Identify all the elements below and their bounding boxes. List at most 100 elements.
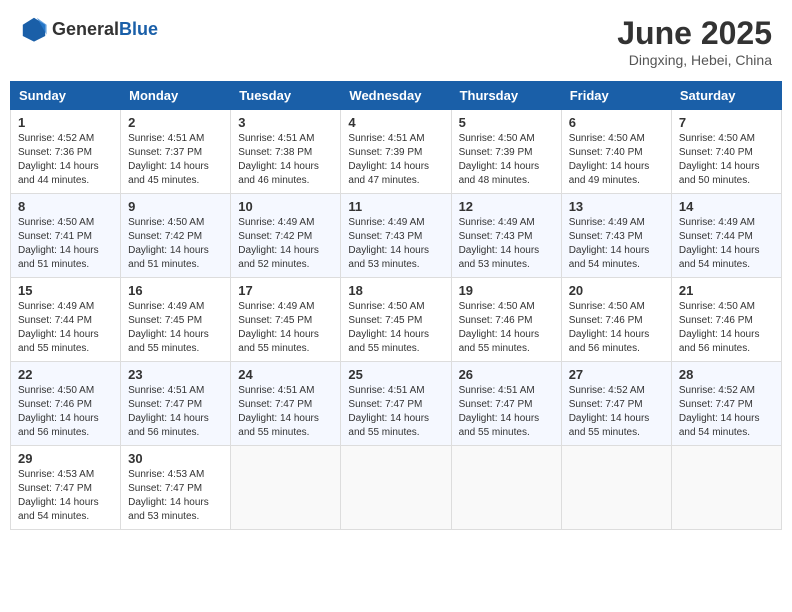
weekday-header: Wednesday [341, 82, 451, 110]
day-cell: 14 Sunrise: 4:49 AMSunset: 7:44 PMDayligh… [671, 194, 781, 278]
title-area: June 2025 Dingxing, Hebei, China [617, 15, 772, 68]
day-info: Sunrise: 4:50 AMSunset: 7:46 PMDaylight:… [18, 384, 113, 440]
day-info: Sunrise: 4:50 AMSunset: 7:46 PMDaylight:… [569, 300, 664, 356]
day-number: 28 [679, 367, 774, 382]
day-number: 29 [18, 451, 113, 466]
empty-day-cell [561, 446, 671, 530]
day-cell: 6Sunrise: 4:50 AMSunset: 7:40 PMDaylight… [561, 110, 671, 194]
day-info: Sunrise: 4:50 AMSunset: 7:45 PMDaylight:… [348, 300, 443, 356]
day-info: Sunrise: 4:49 AMSunset: 7:42 PMDaylight:… [238, 216, 333, 272]
logo-icon [20, 15, 48, 43]
weekday-header: Thursday [451, 82, 561, 110]
day-cell: 16 Sunrise: 4:49 AMSunset: 7:45 PMDayligh… [121, 278, 231, 362]
weekday-header: Saturday [671, 82, 781, 110]
empty-day-cell [671, 446, 781, 530]
day-info: Sunrise: 4:49 AMSunset: 7:45 PMDaylight:… [238, 300, 333, 356]
day-info: Sunrise: 4:49 AMSunset: 7:43 PMDaylight:… [569, 216, 664, 272]
day-info: Sunrise: 4:52 AMSunset: 7:47 PMDaylight:… [569, 384, 664, 440]
day-cell: 9 Sunrise: 4:50 AMSunset: 7:42 PMDaylight… [121, 194, 231, 278]
day-info: Sunrise: 4:52 AMSunset: 7:47 PMDaylight:… [679, 384, 774, 440]
day-number: 22 [18, 367, 113, 382]
day-info: Sunrise: 4:51 AMSunset: 7:47 PMDaylight:… [348, 384, 443, 440]
day-info: Sunrise: 4:51 AMSunset: 7:47 PMDaylight:… [459, 384, 554, 440]
day-number: 7 [679, 115, 774, 130]
day-number: 17 [238, 283, 333, 298]
day-cell: 11 Sunrise: 4:49 AMSunset: 7:43 PMDayligh… [341, 194, 451, 278]
day-info: Sunrise: 4:49 AMSunset: 7:43 PMDaylight:… [348, 216, 443, 272]
day-number: 10 [238, 199, 333, 214]
location-title: Dingxing, Hebei, China [617, 52, 772, 68]
day-cell: 21 Sunrise: 4:50 AMSunset: 7:46 PMDayligh… [671, 278, 781, 362]
day-cell: 27 Sunrise: 4:52 AMSunset: 7:47 PMDayligh… [561, 362, 671, 446]
day-info: Sunrise: 4:50 AMSunset: 7:39 PMDaylight:… [459, 132, 554, 188]
day-info: Sunrise: 4:49 AMSunset: 7:45 PMDaylight:… [128, 300, 223, 356]
day-number: 16 [128, 283, 223, 298]
day-number: 11 [348, 199, 443, 214]
day-number: 21 [679, 283, 774, 298]
day-number: 12 [459, 199, 554, 214]
day-info: Sunrise: 4:51 AMSunset: 7:47 PMDaylight:… [128, 384, 223, 440]
day-info: Sunrise: 4:51 AMSunset: 7:47 PMDaylight:… [238, 384, 333, 440]
header: GeneralBlue June 2025 Dingxing, Hebei, C… [10, 10, 782, 73]
day-number: 9 [128, 199, 223, 214]
day-info: Sunrise: 4:51 AMSunset: 7:39 PMDaylight:… [348, 132, 443, 188]
day-number: 23 [128, 367, 223, 382]
day-number: 24 [238, 367, 333, 382]
day-info: Sunrise: 4:50 AMSunset: 7:46 PMDaylight:… [459, 300, 554, 356]
day-number: 19 [459, 283, 554, 298]
day-info: Sunrise: 4:51 AMSunset: 7:37 PMDaylight:… [128, 132, 223, 188]
day-number: 4 [348, 115, 443, 130]
day-cell: 10 Sunrise: 4:49 AMSunset: 7:42 PMDayligh… [231, 194, 341, 278]
weekday-header: Monday [121, 82, 231, 110]
day-number: 26 [459, 367, 554, 382]
logo-general-text: GeneralBlue [52, 19, 158, 40]
day-info: Sunrise: 4:49 AMSunset: 7:43 PMDaylight:… [459, 216, 554, 272]
day-info: Sunrise: 4:50 AMSunset: 7:41 PMDaylight:… [18, 216, 113, 272]
day-cell: 23 Sunrise: 4:51 AMSunset: 7:47 PMDayligh… [121, 362, 231, 446]
day-cell: 15 Sunrise: 4:49 AMSunset: 7:44 PMDayligh… [11, 278, 121, 362]
day-cell: 18 Sunrise: 4:50 AMSunset: 7:45 PMDayligh… [341, 278, 451, 362]
day-number: 3 [238, 115, 333, 130]
day-number: 2 [128, 115, 223, 130]
day-info: Sunrise: 4:52 AMSunset: 7:36 PMDaylight:… [18, 132, 113, 188]
day-number: 15 [18, 283, 113, 298]
logo: GeneralBlue [20, 15, 158, 43]
day-number: 6 [569, 115, 664, 130]
day-number: 1 [18, 115, 113, 130]
day-info: Sunrise: 4:53 AMSunset: 7:47 PMDaylight:… [128, 468, 223, 524]
day-info: Sunrise: 4:51 AMSunset: 7:38 PMDaylight:… [238, 132, 333, 188]
day-number: 5 [459, 115, 554, 130]
calendar-header-row: SundayMondayTuesdayWednesdayThursdayFrid… [11, 82, 782, 110]
day-cell: 29 Sunrise: 4:53 AMSunset: 7:47 PMDayligh… [11, 446, 121, 530]
day-cell: 19 Sunrise: 4:50 AMSunset: 7:46 PMDayligh… [451, 278, 561, 362]
day-number: 27 [569, 367, 664, 382]
day-cell: 26 Sunrise: 4:51 AMSunset: 7:47 PMDayligh… [451, 362, 561, 446]
day-cell: 4 Sunrise: 4:51 AMSunset: 7:39 PMDaylight… [341, 110, 451, 194]
day-info: Sunrise: 4:49 AMSunset: 7:44 PMDaylight:… [679, 216, 774, 272]
day-number: 8 [18, 199, 113, 214]
empty-day-cell [341, 446, 451, 530]
day-cell: 12 Sunrise: 4:49 AMSunset: 7:43 PMDayligh… [451, 194, 561, 278]
day-info: Sunrise: 4:50 AMSunset: 7:46 PMDaylight:… [679, 300, 774, 356]
day-cell: 3 Sunrise: 4:51 AMSunset: 7:38 PMDaylight… [231, 110, 341, 194]
day-cell: 7Sunrise: 4:50 AMSunset: 7:40 PMDaylight… [671, 110, 781, 194]
day-cell: 24 Sunrise: 4:51 AMSunset: 7:47 PMDayligh… [231, 362, 341, 446]
month-title: June 2025 [617, 15, 772, 52]
empty-day-cell [231, 446, 341, 530]
day-cell: 13Sunrise: 4:49 AMSunset: 7:43 PMDayligh… [561, 194, 671, 278]
weekday-header: Sunday [11, 82, 121, 110]
calendar-table: SundayMondayTuesdayWednesdayThursdayFrid… [10, 81, 782, 530]
day-info: Sunrise: 4:50 AMSunset: 7:42 PMDaylight:… [128, 216, 223, 272]
day-number: 18 [348, 283, 443, 298]
day-cell: 22 Sunrise: 4:50 AMSunset: 7:46 PMDayligh… [11, 362, 121, 446]
day-cell: 8 Sunrise: 4:50 AMSunset: 7:41 PMDaylight… [11, 194, 121, 278]
day-info: Sunrise: 4:53 AMSunset: 7:47 PMDaylight:… [18, 468, 113, 524]
day-cell: 1 Sunrise: 4:52 AMSunset: 7:36 PMDaylight… [11, 110, 121, 194]
day-number: 20 [569, 283, 664, 298]
day-info: Sunrise: 4:49 AMSunset: 7:44 PMDaylight:… [18, 300, 113, 356]
weekday-header: Friday [561, 82, 671, 110]
day-number: 30 [128, 451, 223, 466]
day-cell: 25Sunrise: 4:51 AMSunset: 7:47 PMDayligh… [341, 362, 451, 446]
day-number: 14 [679, 199, 774, 214]
weekday-header: Tuesday [231, 82, 341, 110]
